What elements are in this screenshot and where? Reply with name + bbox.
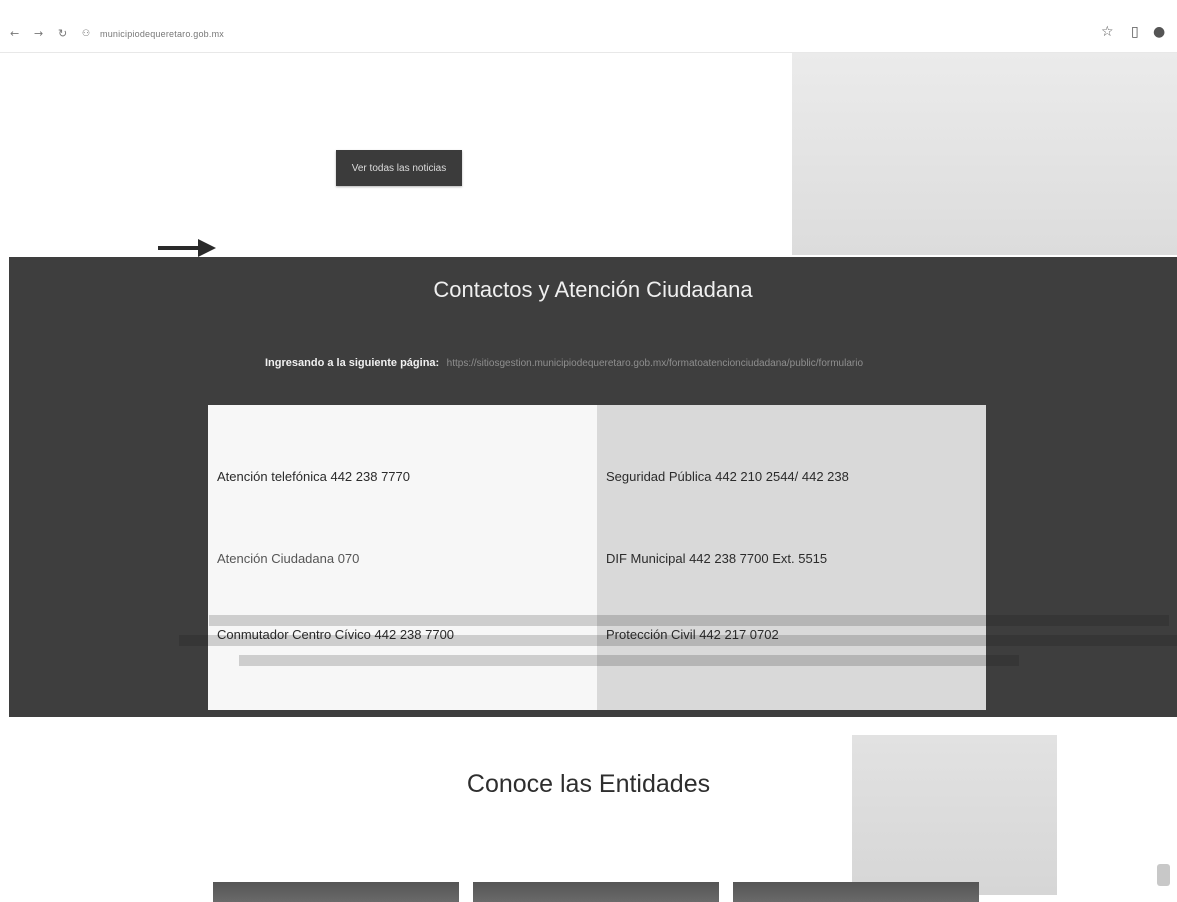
browser-toolbar: ← → ↻ ⚇ municipiodequeretaro.gob.mx ☆ ▯ … bbox=[0, 0, 1177, 53]
background-scan-shade bbox=[792, 40, 1177, 255]
entity-card-3[interactable] bbox=[733, 882, 979, 902]
bookmark-star-icon[interactable]: ☆ bbox=[1101, 24, 1114, 40]
contact-citizen-attention: Atención Ciudadana 070 bbox=[217, 551, 360, 566]
profile-icon[interactable]: ● bbox=[1153, 24, 1165, 40]
side-panel-icon[interactable]: ▯ bbox=[1131, 24, 1139, 40]
reload-icon[interactable]: ↻ bbox=[58, 27, 67, 40]
intro-label: Ingresando a la siguiente página: bbox=[265, 357, 440, 369]
contact-civic-center-switchboard: Conmutador Centro Cívico 442 238 7700 bbox=[217, 627, 455, 642]
contacts-section: Contactos y Atención Ciudadana Ingresand… bbox=[9, 257, 1177, 717]
scroll-to-top-button[interactable] bbox=[1157, 864, 1170, 886]
site-info-icon[interactable]: ⚇ bbox=[82, 29, 90, 39]
contacts-title: Contactos y Atención Ciudadana bbox=[433, 277, 753, 302]
back-arrow-icon[interactable]: ← bbox=[10, 27, 19, 40]
contact-dif-municipal: DIF Municipal 442 238 7700 Ext. 5515 bbox=[606, 551, 828, 566]
contacts-card: Atención telefónica 442 238 7770 Segurid… bbox=[208, 405, 986, 710]
view-all-news-button[interactable]: Ver todas las noticias bbox=[336, 150, 462, 186]
entity-card-2[interactable] bbox=[473, 882, 719, 902]
contact-form-link[interactable]: https://sitiosgestion.municipiodequereta… bbox=[447, 358, 863, 369]
entities-title: Conoce las Entidades bbox=[466, 770, 711, 798]
address-bar-url[interactable]: municipiodequeretaro.gob.mx bbox=[100, 29, 224, 39]
contact-civil-protection: Protección Civil 442 217 0702 bbox=[606, 627, 779, 642]
contact-form-instructions: Ingresando a la siguiente página: https:… bbox=[265, 353, 863, 371]
background-scan-shade-lower bbox=[852, 735, 1057, 895]
contact-public-security: Seguridad Pública 442 210 2544/ 442 238 bbox=[606, 469, 849, 484]
contact-phone-attention: Atención telefónica 442 238 7770 bbox=[217, 469, 410, 484]
entity-card-1[interactable] bbox=[213, 882, 459, 902]
forward-arrow-icon[interactable]: → bbox=[34, 27, 43, 40]
